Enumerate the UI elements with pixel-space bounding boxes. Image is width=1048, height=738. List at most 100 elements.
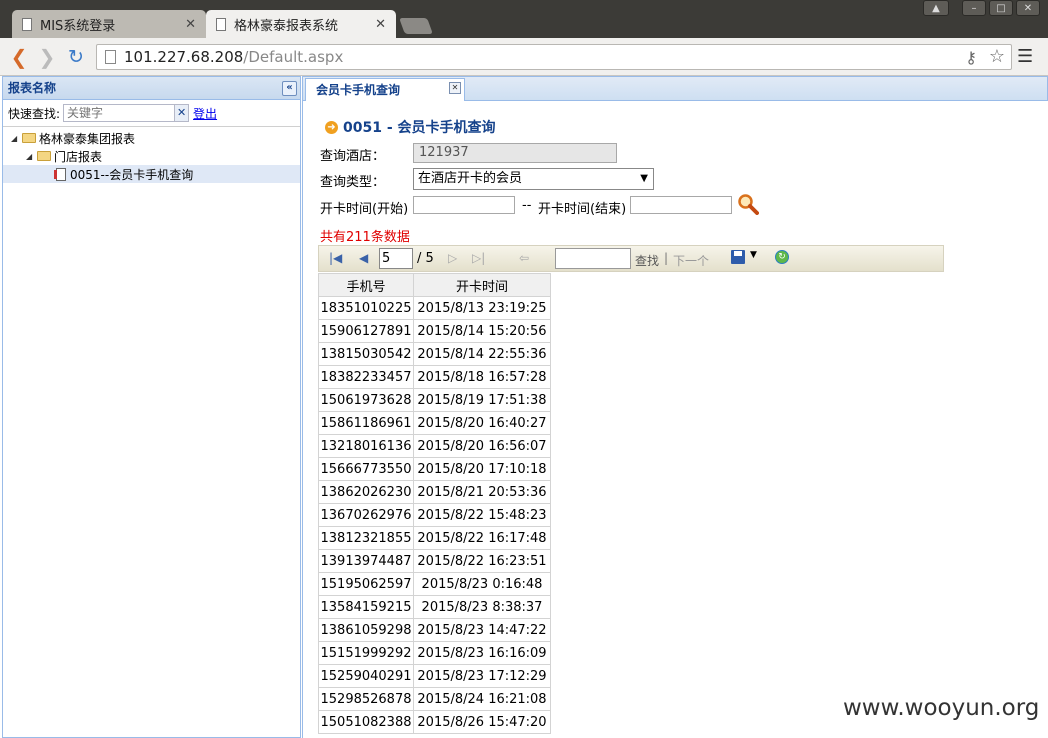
- tab-title: MIS系统登录: [40, 18, 116, 34]
- cell-phone: 13862026230: [318, 480, 414, 504]
- cell-open-time: 2015/8/13 23:19:25: [413, 296, 551, 320]
- table-row[interactable]: 18351010225 2015/8/13 23:19:25: [318, 296, 551, 320]
- tree-node-label: 格林豪泰集团报表: [39, 131, 136, 146]
- table-row[interactable]: 15298526878 2015/8/24 16:21:08: [318, 687, 551, 711]
- table-row[interactable]: 13670262976 2015/8/22 15:48:23: [318, 503, 551, 527]
- window-close-button[interactable]: ✕: [1016, 0, 1040, 16]
- back-icon[interactable]: ⇦: [519, 251, 529, 265]
- minimize-button[interactable]: –: [962, 0, 986, 16]
- logout-link[interactable]: 登出: [193, 105, 217, 122]
- tree-node-store[interactable]: ◢ 门店报表: [3, 147, 300, 165]
- cell-open-time: 2015/8/20 16:40:27: [413, 411, 551, 435]
- profile-icon[interactable]: ▲: [923, 0, 949, 16]
- star-icon[interactable]: ☆: [989, 46, 1005, 67]
- end-date-field[interactable]: [630, 196, 732, 214]
- close-icon[interactable]: ✕: [185, 17, 196, 32]
- menu-icon[interactable]: ☰: [1017, 46, 1033, 67]
- report-panel: 会员卡手机查询 ✕ ➜ 0051 - 会员卡手机查询 查询酒店： 121937 …: [302, 76, 1048, 738]
- table-row[interactable]: 15195062597 2015/8/23 0:16:48: [318, 572, 551, 596]
- tree-node-group[interactable]: ◢ 格林豪泰集团报表: [3, 129, 300, 147]
- browser-tab-login[interactable]: MIS系统登录 ✕: [12, 10, 206, 38]
- reload-icon[interactable]: ↻: [65, 46, 87, 68]
- close-icon[interactable]: ✕: [449, 82, 461, 94]
- expand-arrow-icon[interactable]: ◢: [26, 152, 35, 161]
- table-row[interactable]: 15259040291 2015/8/23 17:12:29: [318, 664, 551, 688]
- report-tabstrip: 会员卡手机查询 ✕: [302, 76, 1048, 102]
- table-row[interactable]: 13584159215 2015/8/23 8:38:37: [318, 595, 551, 619]
- table-row[interactable]: 13862026230 2015/8/21 20:53:36: [318, 480, 551, 504]
- start-date-field[interactable]: [413, 196, 515, 214]
- report-title-text: 0051 - 会员卡手机查询: [343, 120, 496, 136]
- end-date-label: 开卡时间(结束): [538, 202, 627, 217]
- clear-icon[interactable]: ✕: [175, 104, 190, 122]
- cell-open-time: 2015/8/23 16:16:09: [413, 641, 551, 665]
- first-page-icon[interactable]: |◀: [329, 251, 342, 265]
- page-number-input[interactable]: 5: [379, 248, 413, 269]
- cell-phone: 18382233457: [318, 365, 414, 389]
- back-icon[interactable]: ❮: [8, 46, 30, 68]
- window-controls: ▲ – □ ✕: [923, 0, 1040, 16]
- table-row[interactable]: 15051082388 2015/8/26 15:47:20: [318, 710, 551, 734]
- prev-page-icon[interactable]: ◀: [359, 251, 368, 265]
- hotel-field[interactable]: 121937: [413, 143, 617, 163]
- cell-phone: 15259040291: [318, 664, 414, 688]
- table-row[interactable]: 15906127891 2015/8/14 15:20:56: [318, 319, 551, 343]
- page-icon: [216, 17, 226, 31]
- query-type-select[interactable]: 在酒店开卡的会员 ▼: [413, 168, 654, 190]
- folder-icon: [22, 133, 36, 143]
- search-icon[interactable]: [737, 193, 759, 215]
- table-row[interactable]: 15151999292 2015/8/23 16:16:09: [318, 641, 551, 665]
- table-row[interactable]: 18382233457 2015/8/18 16:57:28: [318, 365, 551, 389]
- next-page-icon[interactable]: ▷: [448, 251, 457, 265]
- table-row[interactable]: 13861059298 2015/8/23 14:47:22: [318, 618, 551, 642]
- cell-phone: 13815030542: [318, 342, 414, 366]
- maximize-button[interactable]: □: [989, 0, 1013, 16]
- url-text[interactable]: 101.227.68.208/Default.aspx: [124, 48, 343, 66]
- cell-open-time: 2015/8/22 15:48:23: [413, 503, 551, 527]
- forward-icon[interactable]: ❯: [36, 46, 58, 68]
- new-tab-button[interactable]: [399, 18, 433, 34]
- hotel-label: 查询酒店：: [320, 149, 386, 164]
- date-range-dash: --: [522, 198, 532, 213]
- table-row[interactable]: 13812321855 2015/8/22 16:17:48: [318, 526, 551, 550]
- cell-phone: 13670262976: [318, 503, 414, 527]
- column-header-phone[interactable]: 手机号: [318, 273, 414, 297]
- dropdown-arrow-icon[interactable]: ▼: [750, 250, 757, 260]
- table-row[interactable]: 15861186961 2015/8/20 16:40:27: [318, 411, 551, 435]
- column-header-open-time[interactable]: 开卡时间: [413, 273, 551, 297]
- tab-member-card-query[interactable]: 会员卡手机查询 ✕: [305, 78, 465, 102]
- cell-phone: 15051082388: [318, 710, 414, 734]
- table-row[interactable]: 13815030542 2015/8/14 22:55:36: [318, 342, 551, 366]
- refresh-icon[interactable]: ↻: [775, 250, 789, 264]
- table-row[interactable]: 13913974487 2015/8/22 16:23:51: [318, 549, 551, 573]
- table-row[interactable]: 15666773550 2015/8/20 17:10:18: [318, 457, 551, 481]
- cell-open-time: 2015/8/20 17:10:18: [413, 457, 551, 481]
- cell-open-time: 2015/8/21 20:53:36: [413, 480, 551, 504]
- export-icon[interactable]: [731, 250, 745, 264]
- tree-node-report-0051[interactable]: 0051--会员卡手机查询: [3, 165, 300, 183]
- watermark: www.wooyun.org: [843, 695, 1040, 721]
- cell-open-time: 2015/8/14 22:55:36: [413, 342, 551, 366]
- find-input[interactable]: [555, 248, 631, 269]
- browser-tab-report[interactable]: 格林豪泰报表系统 ✕: [206, 10, 396, 38]
- close-icon[interactable]: ✕: [375, 17, 386, 32]
- find-button[interactable]: 查找: [635, 252, 659, 269]
- collapse-icon[interactable]: «: [282, 81, 297, 96]
- quick-search-input[interactable]: [63, 104, 176, 122]
- report-pager: |◀ ◀ 5 / 5 ▷ ▷| ⇦ 查找 | 下一个 ▼ ↻: [318, 245, 944, 272]
- page-title: ➜ 0051 - 会员卡手机查询: [325, 117, 496, 137]
- find-next-button[interactable]: 下一个: [673, 252, 709, 269]
- table-row[interactable]: 13218016136 2015/8/20 16:56:07: [318, 434, 551, 458]
- tab-label: 会员卡手机查询: [316, 83, 401, 97]
- cell-open-time: 2015/8/24 16:21:08: [413, 687, 551, 711]
- last-page-icon[interactable]: ▷|: [472, 251, 485, 265]
- report-sidebar: 报表名称 « 快速查找: ✕ 登出 ◢ 格林豪泰集团报表 ◢ 门店报表 0051…: [2, 76, 301, 738]
- key-icon[interactable]: ⚷: [965, 48, 977, 67]
- cell-phone: 15195062597: [318, 572, 414, 596]
- table-row[interactable]: 15061973628 2015/8/19 17:51:38: [318, 388, 551, 412]
- expand-arrow-icon[interactable]: ◢: [11, 134, 20, 143]
- start-date-label: 开卡时间(开始): [320, 202, 409, 217]
- url-path: /Default.aspx: [243, 48, 344, 66]
- address-bar[interactable]: 101.227.68.208/Default.aspx ⚷ ☆: [96, 44, 1012, 70]
- cell-open-time: 2015/8/20 16:56:07: [413, 434, 551, 458]
